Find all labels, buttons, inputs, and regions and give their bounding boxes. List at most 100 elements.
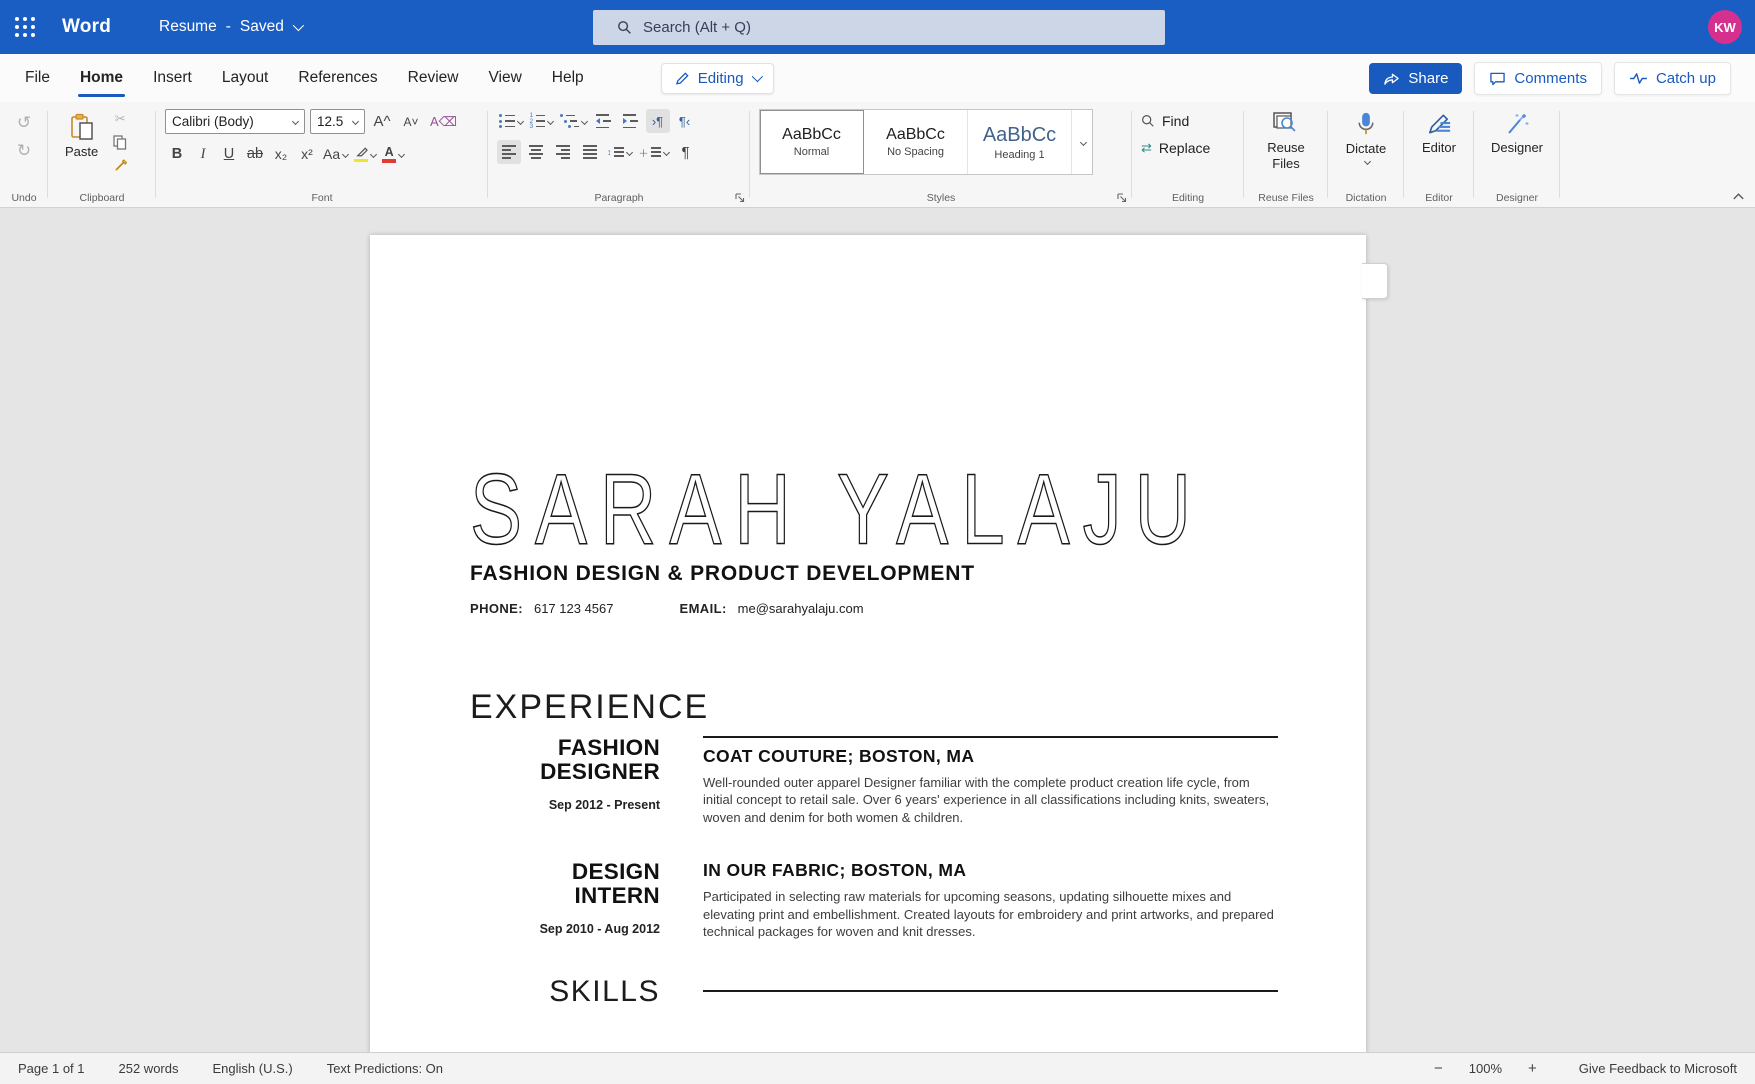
grow-font-icon[interactable]: A^ <box>370 110 394 134</box>
paste-button[interactable]: Paste <box>57 109 106 163</box>
document-title-menu[interactable]: Resume - Saved <box>159 18 301 36</box>
avatar-initials: KW <box>1714 20 1736 35</box>
superscript-button[interactable]: x² <box>295 142 319 166</box>
share-label: Share <box>1408 70 1448 87</box>
chevron-down-icon <box>293 20 304 31</box>
tab-view[interactable]: View <box>473 54 536 102</box>
word-count[interactable]: 252 words <box>119 1061 179 1076</box>
justify-button[interactable] <box>578 140 602 164</box>
line-spacing-button[interactable]: ↕ <box>605 140 634 164</box>
comments-button[interactable]: Comments <box>1474 62 1602 95</box>
zoom-level[interactable]: 100% <box>1469 1061 1502 1076</box>
replace-button[interactable]: ⇄ Replace <box>1141 140 1210 156</box>
clear-formatting-icon[interactable]: A⌫ <box>428 110 459 134</box>
text-highlight-button[interactable] <box>352 142 378 166</box>
document-canvas[interactable]: SARAH YALAJU FASHION DESIGN & PRODUCT DE… <box>0 208 1755 1052</box>
styles-gallery-expand-button[interactable] <box>1072 110 1092 174</box>
style-no-spacing[interactable]: AaBbCc No Spacing <box>864 110 968 174</box>
bold-button[interactable]: B <box>165 142 189 166</box>
highlighter-icon <box>354 146 368 163</box>
tab-insert[interactable]: Insert <box>138 54 207 102</box>
paragraph-spacing-button[interactable]: ＋ <box>637 140 671 164</box>
find-label: Find <box>1162 113 1189 129</box>
increase-indent-button[interactable] <box>619 109 643 133</box>
job-title: FASHION DESIGNER <box>522 736 660 784</box>
align-center-icon <box>529 145 543 159</box>
show-paragraph-marks-button[interactable]: ¶ <box>674 140 698 164</box>
editing-mode-dropdown[interactable]: Editing <box>661 63 774 94</box>
ltr-direction-button[interactable]: ›¶ <box>646 109 670 133</box>
shrink-font-icon[interactable]: A˅ <box>399 110 423 134</box>
editing-label: Editing <box>698 70 744 87</box>
resume-name: SARAH YALAJU <box>470 459 1278 559</box>
numbered-list-icon: 1 2 3 <box>530 114 546 128</box>
font-size-dropdown[interactable]: 12.5 <box>310 109 365 134</box>
strikethrough-button[interactable]: ab <box>243 142 267 166</box>
font-color-button[interactable]: A <box>380 142 406 166</box>
feedback-link[interactable]: Give Feedback to Microsoft <box>1579 1061 1737 1076</box>
tab-home[interactable]: Home <box>65 54 138 102</box>
language[interactable]: English (U.S.) <box>212 1061 292 1076</box>
text-predictions-toggle[interactable]: Text Predictions: On <box>327 1061 443 1076</box>
designer-button[interactable]: Designer <box>1485 109 1549 157</box>
decrease-indent-button[interactable] <box>592 109 616 133</box>
align-center-button[interactable] <box>524 140 548 164</box>
zoom-out-button[interactable]: − <box>1434 1060 1443 1077</box>
chevron-down-icon <box>370 150 377 157</box>
zoom-in-button[interactable]: + <box>1528 1060 1537 1077</box>
share-button[interactable]: Share <box>1369 63 1462 94</box>
change-case-dropdown[interactable]: Aa <box>321 142 350 166</box>
group-label-font: Font <box>156 192 488 204</box>
tab-help[interactable]: Help <box>537 54 599 102</box>
bullet-list-button[interactable] <box>497 109 525 133</box>
rtl-direction-button[interactable]: ¶‹ <box>673 109 697 133</box>
catchup-label: Catch up <box>1656 70 1716 87</box>
tab-references[interactable]: References <box>283 54 392 102</box>
collapsed-margin-tab[interactable] <box>1362 263 1388 299</box>
redo-icon[interactable]: ↻ <box>12 139 36 163</box>
job-dates: Sep 2012 - Present <box>470 798 660 812</box>
resume-subtitle: FASHION DESIGN & PRODUCT DEVELOPMENT <box>470 562 1278 586</box>
align-left-button[interactable] <box>497 140 521 164</box>
reuse-files-button[interactable]: Reuse Files <box>1255 109 1317 175</box>
editor-button[interactable]: Editor <box>1416 109 1462 157</box>
document-page[interactable]: SARAH YALAJU FASHION DESIGN & PRODUCT DE… <box>370 235 1366 1052</box>
cut-icon[interactable]: ✂ <box>108 109 132 129</box>
subscript-button[interactable]: x₂ <box>269 142 293 166</box>
group-paragraph: 1 2 3 <box>488 102 750 207</box>
share-icon <box>1383 71 1400 86</box>
title-separator: - <box>226 18 231 36</box>
tab-layout[interactable]: Layout <box>207 54 284 102</box>
font-name-dropdown[interactable]: Calibri (Body) <box>165 109 305 134</box>
tab-review[interactable]: Review <box>393 54 474 102</box>
contact-line: PHONE: 617 123 4567 EMAIL: me@sarahyalaj… <box>470 601 1278 616</box>
group-label-undo: Undo <box>0 192 48 204</box>
collapse-ribbon-icon[interactable] <box>1732 192 1745 201</box>
catch-up-button[interactable]: Catch up <box>1614 62 1731 95</box>
italic-button[interactable]: I <box>191 142 215 166</box>
find-button[interactable]: Find <box>1141 113 1210 129</box>
experience-entry-2: DESIGN INTERN Sep 2010 - Aug 2012 IN OUR… <box>470 860 1278 940</box>
format-painter-icon[interactable] <box>108 155 132 175</box>
tab-actions: Share Comments Catch up <box>1369 62 1745 95</box>
numbered-list-button[interactable]: 1 2 3 <box>528 109 556 133</box>
style-normal[interactable]: AaBbCc Normal <box>760 110 864 174</box>
align-right-button[interactable] <box>551 140 575 164</box>
underline-button[interactable]: U <box>217 142 241 166</box>
tab-file[interactable]: File <box>10 54 65 102</box>
search-input[interactable]: Search (Alt + Q) <box>593 10 1165 45</box>
change-case-label: Aa <box>323 146 340 162</box>
group-label-paragraph: Paragraph <box>488 192 750 204</box>
avatar[interactable]: KW <box>1708 10 1742 44</box>
page-count[interactable]: Page 1 of 1 <box>18 1061 85 1076</box>
undo-icon[interactable]: ↺ <box>12 111 36 135</box>
copy-icon[interactable] <box>108 132 132 152</box>
group-undo: ↺ ↻ Undo <box>0 102 48 207</box>
paragraph-spacing-icon: ＋ <box>639 145 649 160</box>
dictate-button[interactable]: Dictate <box>1340 109 1392 166</box>
company-name: IN OUR FABRIC; BOSTON, MA <box>703 860 1278 881</box>
style-heading-1[interactable]: AaBbCc Heading 1 <box>968 110 1072 174</box>
experience-heading: EXPERIENCE <box>470 687 1278 727</box>
app-launcher-icon[interactable] <box>0 0 50 54</box>
multilevel-list-button[interactable] <box>558 109 589 133</box>
